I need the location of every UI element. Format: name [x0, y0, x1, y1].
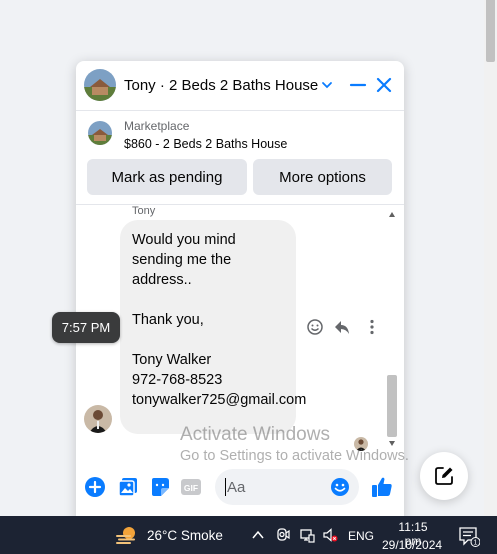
chat-title[interactable]: Tony · 2 Beds 2 Baths House: [124, 77, 318, 94]
chevron-down-icon[interactable]: [320, 78, 334, 92]
windows-taskbar: 26°C Smoke ENG 11:15 pm 29/10/2024 1: [0, 516, 497, 554]
reply-icon[interactable]: [333, 318, 351, 336]
new-message-button[interactable]: [420, 452, 468, 500]
minimize-icon[interactable]: [348, 75, 368, 95]
sticker-icon[interactable]: [149, 476, 171, 498]
activate-windows-title: Activate Windows: [180, 424, 330, 445]
close-icon[interactable]: [374, 75, 394, 95]
sender-avatar[interactable]: [84, 405, 112, 433]
message-list-scrollbar[interactable]: [385, 205, 399, 453]
language-indicator[interactable]: ENG: [348, 529, 374, 543]
new-message-icon: [435, 467, 453, 485]
volume-muted-icon[interactable]: [322, 527, 338, 543]
clock-date[interactable]: 29/10/2024: [382, 538, 442, 552]
notification-count: 1: [474, 540, 478, 547]
marketplace-label: Marketplace: [124, 119, 190, 133]
plus-icon[interactable]: [84, 476, 106, 498]
chevron-up-icon[interactable]: [250, 527, 266, 543]
more-icon[interactable]: [363, 318, 381, 336]
message-list[interactable]: Tony Would you mind sending me the addre…: [76, 205, 404, 453]
listing-thumbnail[interactable]: [88, 121, 112, 145]
more-options-button[interactable]: More options: [253, 159, 392, 195]
chat-avatar[interactable]: [84, 69, 116, 101]
emoji-icon[interactable]: [330, 477, 350, 497]
photo-icon[interactable]: [117, 476, 139, 498]
notification-icon[interactable]: 1: [458, 525, 480, 547]
message-composer: GIF Aa: [76, 463, 404, 513]
mark-as-pending-button[interactable]: Mark as pending: [87, 159, 247, 195]
svg-text:GIF: GIF: [184, 483, 198, 493]
page-scrollbar-thumb[interactable]: [486, 0, 495, 62]
react-icon[interactable]: [306, 318, 324, 336]
message-time-tooltip: 7:57 PM: [52, 312, 120, 343]
activate-windows-subtitle: Go to Settings to activate Windows.: [180, 448, 409, 464]
marketplace-listing: Marketplace $860 - 2 Beds 2 Baths House …: [76, 111, 404, 205]
meet-now-icon[interactable]: [275, 527, 291, 543]
listing-title[interactable]: $860 - 2 Beds 2 Baths House: [124, 137, 287, 151]
page-scrollbar[interactable]: [484, 0, 497, 516]
like-icon[interactable]: [370, 475, 394, 499]
network-icon[interactable]: [299, 527, 315, 543]
message-bubble[interactable]: Would you mind sending me the address.. …: [120, 220, 306, 434]
gif-icon[interactable]: GIF: [180, 476, 202, 498]
message-list-scrollbar-thumb[interactable]: [387, 375, 397, 437]
message-sender-name: Tony: [132, 205, 156, 217]
chat-header[interactable]: Tony · 2 Beds 2 Baths House: [76, 61, 404, 111]
text-caret: [225, 478, 226, 496]
message-input-placeholder: Aa: [227, 478, 246, 496]
weather-text[interactable]: 26°C Smoke: [147, 528, 223, 543]
weather-icon[interactable]: [114, 524, 140, 546]
